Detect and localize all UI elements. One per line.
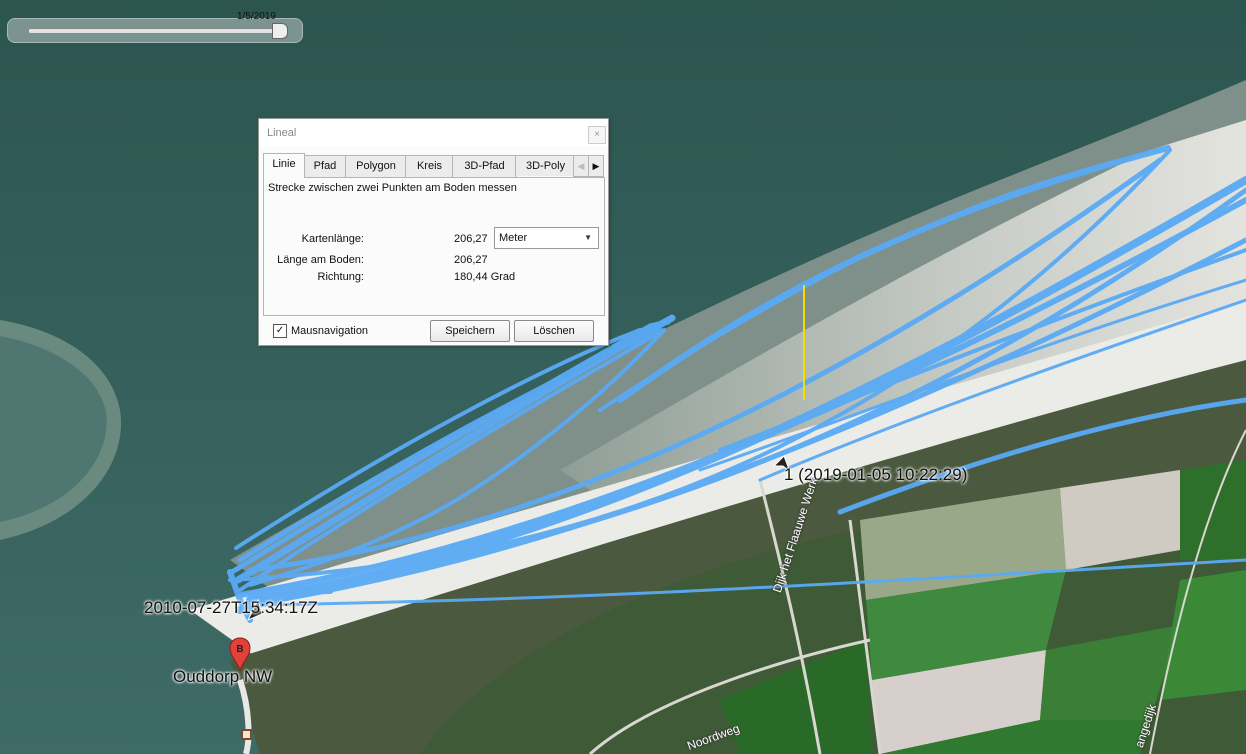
tab-3d-poly[interactable]: 3D-Poly	[515, 155, 575, 176]
placemark-letter: B	[236, 644, 243, 655]
close-icon[interactable]: ×	[588, 126, 606, 144]
save-button[interactable]: Speichern	[430, 320, 510, 342]
tab-linie[interactable]: Linie	[263, 153, 305, 178]
tab-bar: Linie Pfad Polygon Kreis 3D-Pfad 3D-Poly…	[263, 153, 604, 178]
tab-panel-linie: Strecke zwischen zwei Punkten am Boden m…	[263, 177, 605, 316]
tab-3d-pfad[interactable]: 3D-Pfad	[452, 155, 517, 177]
satellite-map[interactable]: B	[0, 0, 1246, 754]
placemark-label: Ouddorp NW	[173, 667, 273, 686]
time-slider-knob[interactable]	[272, 23, 289, 39]
ground-length-label: Länge am Boden:	[277, 254, 364, 266]
mouse-nav-label: Mausnavigation	[291, 325, 369, 337]
heading-value: 180,44 Grad	[454, 271, 516, 283]
tab-scroll-right-icon[interactable]: ▶	[588, 155, 604, 177]
ground-length-value: 206,27	[454, 254, 488, 266]
square-marker-icon	[241, 729, 252, 740]
time-slider[interactable]: 1/5/2019	[7, 11, 303, 43]
unit-select[interactable]: Meter ▼	[494, 227, 599, 249]
chevron-down-icon: ▼	[584, 233, 592, 242]
map-length-label: Kartenlänge:	[301, 233, 364, 245]
delete-button[interactable]: Löschen	[514, 320, 594, 342]
tab-scroll-left-icon[interactable]: ◀	[573, 155, 589, 177]
dialog-titlebar[interactable]: Lineal ×	[259, 119, 608, 147]
mouse-nav-checkbox[interactable]: ✓	[273, 324, 287, 338]
heading-label: Richtung:	[317, 271, 364, 283]
time-slider-date: 1/5/2019	[237, 11, 276, 22]
track-start-label: 2010-07-27T15:34:17Z	[144, 598, 318, 617]
tab-pfad[interactable]: Pfad	[303, 155, 347, 177]
tab-kreis[interactable]: Kreis	[405, 155, 454, 177]
time-slider-track[interactable]	[28, 28, 288, 34]
tab-polygon[interactable]: Polygon	[345, 155, 407, 177]
unit-select-value: Meter	[499, 232, 528, 244]
dialog-title: Lineal	[267, 127, 297, 139]
measure-description: Strecke zwischen zwei Punkten am Boden m…	[268, 182, 517, 194]
map-length-value: 206,27	[454, 233, 488, 245]
ruler-dialog: Lineal × Linie Pfad Polygon Kreis 3D-Pfa…	[258, 118, 609, 346]
